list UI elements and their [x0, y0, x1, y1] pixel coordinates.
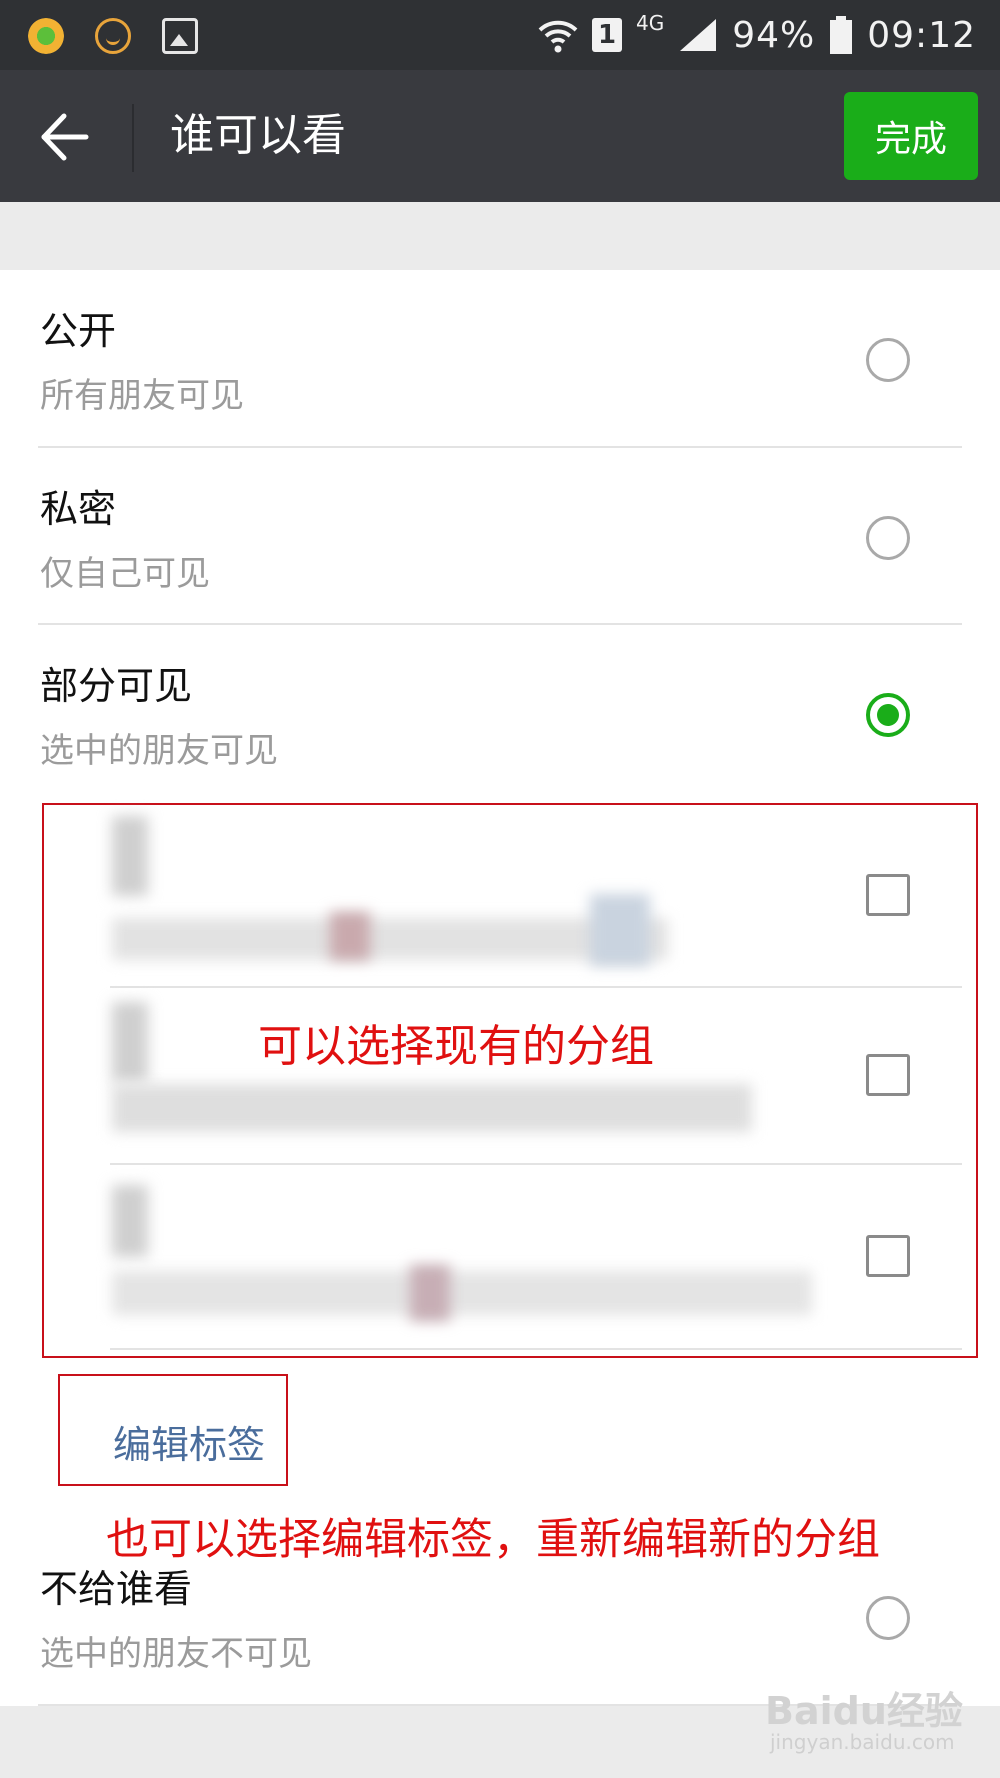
option-subtitle: 仅自己可见 [40, 554, 210, 594]
option-title: 私密 [40, 487, 117, 531]
group-checkbox[interactable] [866, 874, 910, 916]
option-private[interactable]: 私密 仅自己可见 [0, 448, 1000, 626]
divider [110, 1348, 962, 1350]
back-arrow-icon[interactable] [40, 112, 90, 162]
page-title: 谁可以看 [170, 110, 346, 161]
group-checkbox[interactable] [866, 1235, 910, 1277]
clock: 09:12 [867, 14, 976, 56]
app-notification-icon [28, 18, 64, 54]
group-members-blurred [410, 1265, 450, 1321]
sim-indicator: 1 [592, 18, 622, 52]
radio-hide-from[interactable] [866, 1596, 910, 1640]
group-name-blurred [112, 816, 148, 896]
option-title: 公开 [40, 309, 117, 353]
app-header: 谁可以看 完成 [0, 70, 1000, 202]
option-title: 部分可见 [40, 664, 193, 708]
network-type: 4G [636, 11, 665, 35]
group-members-blurred [112, 918, 668, 960]
edit-tags-link[interactable]: 编辑标签 [113, 1414, 265, 1469]
option-public[interactable]: 公开 所有朋友可见 [0, 270, 1000, 448]
radio-public[interactable] [866, 338, 910, 382]
status-indicators: 1 4G 94% 09:12 [538, 10, 976, 60]
watermark-url: jingyan.baidu.com [770, 1730, 955, 1754]
done-button[interactable]: 完成 [844, 92, 978, 180]
group-row[interactable] [110, 808, 962, 988]
battery-icon [829, 16, 853, 54]
image-notification-icon [162, 18, 198, 54]
group-name-blurred [112, 1002, 148, 1082]
option-title: 不给谁看 [40, 1567, 193, 1611]
option-subtitle: 选中的朋友不可见 [40, 1634, 312, 1674]
signal-icon [678, 17, 718, 53]
group-name-blurred [112, 1185, 148, 1257]
option-subtitle: 选中的朋友可见 [40, 731, 278, 771]
group-members-blurred [330, 912, 370, 960]
group-row[interactable] [110, 1165, 962, 1345]
watermark-logo: Baidu经验 [765, 1689, 963, 1733]
status-bar: 1 4G 94% 09:12 [0, 0, 1000, 70]
group-members-blurred [112, 1084, 752, 1132]
battery-percent: 94% [732, 14, 816, 56]
option-subtitle: 所有朋友可见 [40, 376, 244, 416]
radio-partial-visible[interactable] [866, 693, 910, 737]
smiley-notification-icon [95, 18, 131, 54]
group-members-blurred [590, 894, 650, 966]
option-partial-visible[interactable]: 部分可见 选中的朋友可见 [0, 625, 1000, 803]
wifi-icon [538, 18, 578, 53]
section-spacer [0, 202, 1000, 270]
radio-private[interactable] [866, 516, 910, 560]
group-checkbox[interactable] [866, 1054, 910, 1096]
groups-annotation: 可以选择现有的分组 [258, 1021, 654, 1072]
header-divider [132, 104, 134, 172]
group-members-blurred [112, 1271, 812, 1315]
